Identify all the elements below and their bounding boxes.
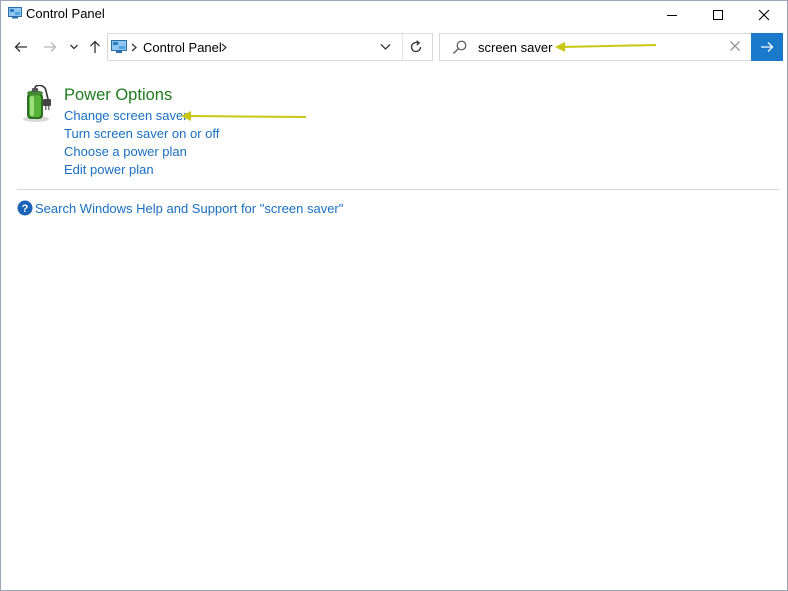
forward-button[interactable] xyxy=(40,38,60,56)
svg-text:?: ? xyxy=(22,203,29,215)
chevron-right-icon[interactable] xyxy=(221,43,227,52)
close-button[interactable] xyxy=(741,1,787,29)
result-link-edit-power-plan[interactable]: Edit power plan xyxy=(64,162,154,177)
chevron-right-icon xyxy=(131,43,137,52)
help-search-link[interactable]: Search Windows Help and Support for "scr… xyxy=(35,201,343,216)
result-link-turn-screen-saver[interactable]: Turn screen saver on or off xyxy=(64,126,219,141)
arrow-left-icon xyxy=(14,42,27,52)
maximize-icon xyxy=(713,10,723,20)
address-bar[interactable]: Control Panel xyxy=(107,33,433,61)
refresh-icon[interactable] xyxy=(408,39,424,55)
annotation-arrow xyxy=(555,42,657,52)
search-icon xyxy=(453,40,467,54)
recent-locations-button[interactable] xyxy=(67,39,81,55)
breadcrumb-item[interactable]: Control Panel xyxy=(143,40,222,55)
control-panel-icon xyxy=(111,40,127,53)
up-button[interactable] xyxy=(86,38,104,56)
arrow-right-icon xyxy=(761,42,774,52)
results-divider xyxy=(17,189,779,190)
minimize-icon xyxy=(667,15,677,16)
title-bar: Control Panel xyxy=(1,1,787,29)
result-group-title[interactable]: Power Options xyxy=(64,86,172,105)
chevron-down-icon xyxy=(70,44,78,50)
clear-icon[interactable] xyxy=(728,39,742,53)
question-circle-icon: ? xyxy=(17,200,33,216)
window-title: Control Panel xyxy=(26,6,105,21)
result-link-choose-power-plan[interactable]: Choose a power plan xyxy=(64,144,187,159)
control-panel-window: Control Panel Control Panel screen saver… xyxy=(0,0,788,591)
close-icon xyxy=(758,9,770,21)
back-button[interactable] xyxy=(11,38,31,56)
search-go-button[interactable] xyxy=(751,33,783,61)
divider xyxy=(402,34,403,60)
control-panel-icon xyxy=(8,7,22,19)
result-link-change-screen-saver[interactable]: Change screen saver xyxy=(64,108,188,123)
arrow-up-icon xyxy=(90,40,100,53)
arrow-right-icon xyxy=(44,42,57,52)
annotation-arrow xyxy=(181,111,307,121)
chevron-down-icon[interactable] xyxy=(380,43,391,51)
minimize-button[interactable] xyxy=(649,1,695,29)
battery-plug-icon xyxy=(23,85,51,122)
maximize-button[interactable] xyxy=(695,1,741,29)
